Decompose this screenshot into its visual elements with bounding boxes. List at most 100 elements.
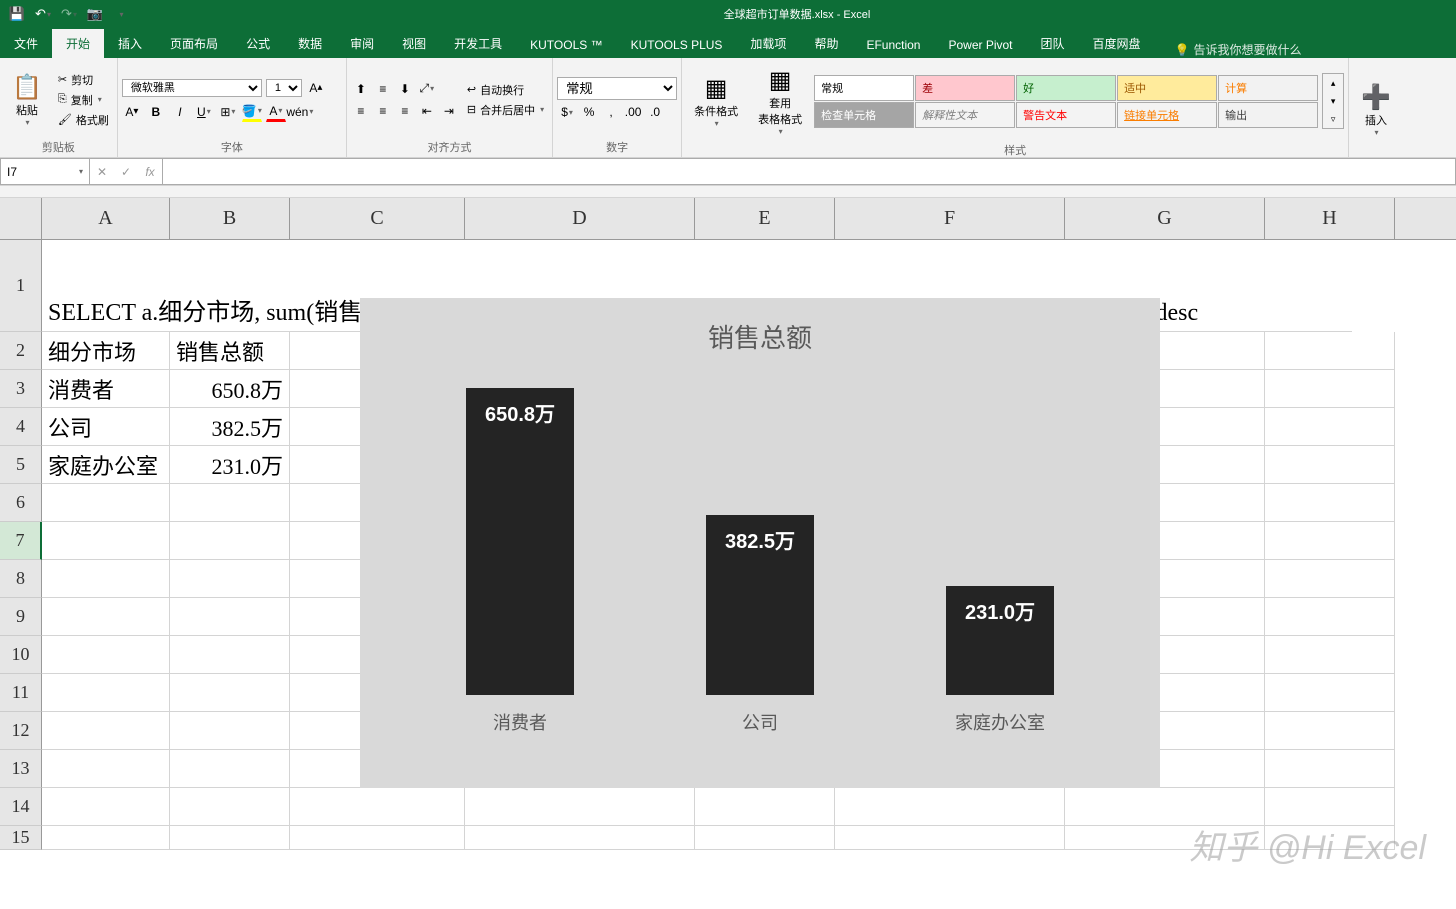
style-explain[interactable]: 解释性文本 [915, 102, 1015, 128]
tab-home[interactable]: 开始 [52, 29, 104, 58]
comma-icon[interactable]: , [601, 102, 621, 122]
tab-data[interactable]: 数据 [284, 29, 336, 58]
tab-efunction[interactable]: EFunction [852, 32, 934, 58]
table-format-button[interactable]: ▦ 套用 表格格式▾ [750, 62, 810, 140]
tab-review[interactable]: 审阅 [336, 29, 388, 58]
confirm-icon[interactable]: ✓ [114, 165, 138, 179]
cancel-icon[interactable]: ✕ [90, 165, 114, 179]
copy-button[interactable]: ⎘复制▾ [54, 91, 113, 109]
decrease-font-icon[interactable]: A▾ [122, 102, 142, 122]
col-B[interactable]: B [170, 198, 290, 239]
increase-decimal-icon[interactable]: .00 [623, 102, 643, 122]
tab-kutools[interactable]: KUTOOLS ™ [516, 32, 616, 58]
paste-button[interactable]: 📋 粘贴 ▾ [4, 69, 50, 131]
col-C[interactable]: C [290, 198, 465, 239]
tab-powerpivot[interactable]: Power Pivot [934, 32, 1026, 58]
percent-icon[interactable]: % [579, 102, 599, 122]
cell-H2[interactable] [1265, 332, 1395, 370]
gallery-up-icon[interactable]: ▴ [1323, 74, 1343, 92]
name-box[interactable]: I7 ▾ [0, 158, 90, 185]
font-color-icon[interactable]: A▾ [266, 102, 286, 122]
currency-icon[interactable]: $▾ [557, 102, 577, 122]
fill-color-icon[interactable]: 🪣▾ [242, 102, 262, 122]
style-bad[interactable]: 差 [915, 75, 1015, 101]
cell-A4[interactable]: 公司 [42, 408, 170, 446]
align-center-icon[interactable]: ≡ [373, 101, 393, 121]
col-G[interactable]: G [1065, 198, 1265, 239]
tab-baidu[interactable]: 百度网盘 [1079, 29, 1155, 58]
merge-center-button[interactable]: ⊟合并后居中▾ [463, 101, 548, 119]
bar-chart[interactable]: 销售总额 650.8万消费者382.5万公司231.0万家庭办公室 [360, 298, 1160, 788]
indent-right-icon[interactable]: ⇥ [439, 101, 459, 121]
align-left-icon[interactable]: ≡ [351, 101, 371, 121]
orientation-icon[interactable]: ⤢▾ [417, 79, 437, 99]
increase-font-icon[interactable]: A▴ [306, 78, 326, 98]
camera-icon[interactable]: 📷 [86, 5, 104, 23]
insert-cells-button[interactable]: ➕ 插入▾ [1353, 79, 1399, 141]
format-painter-button[interactable]: 🖌格式刷 [54, 111, 113, 129]
tab-file[interactable]: 文件 [0, 29, 52, 58]
style-warning[interactable]: 警告文本 [1016, 102, 1116, 128]
fx-icon[interactable]: fx [138, 165, 162, 179]
italic-icon[interactable]: I [170, 102, 190, 122]
cell-B4[interactable]: 382.5万 [170, 408, 290, 446]
col-E[interactable]: E [695, 198, 835, 239]
style-output[interactable]: 输出 [1218, 102, 1318, 128]
row-header-4[interactable]: 4 [0, 408, 42, 446]
style-calc[interactable]: 计算 [1218, 75, 1318, 101]
cell-B3[interactable]: 650.8万 [170, 370, 290, 408]
wrap-text-button[interactable]: ↩自动换行 [463, 81, 548, 99]
font-size-select[interactable]: 11 [266, 79, 302, 97]
tab-layout[interactable]: 页面布局 [156, 29, 232, 58]
select-all-corner[interactable] [0, 198, 42, 239]
row-header-3[interactable]: 3 [0, 370, 42, 408]
align-middle-icon[interactable]: ≡ [373, 79, 393, 99]
gallery-more-icon[interactable]: ▿ [1323, 110, 1343, 128]
col-A[interactable]: A [42, 198, 170, 239]
indent-left-icon[interactable]: ⇤ [417, 101, 437, 121]
style-check[interactable]: 检查单元格 [814, 102, 914, 128]
align-bottom-icon[interactable]: ⬇ [395, 79, 415, 99]
conditional-format-button[interactable]: ▦ 条件格式▾ [686, 70, 746, 132]
qat-more-icon[interactable]: ▾ [112, 5, 130, 23]
style-normal[interactable]: 常规 [814, 75, 914, 101]
tab-kutools-plus[interactable]: KUTOOLS PLUS [617, 32, 737, 58]
tab-insert[interactable]: 插入 [104, 29, 156, 58]
row-header-1[interactable]: 1 [0, 240, 42, 332]
tab-dev[interactable]: 开发工具 [440, 29, 516, 58]
style-link[interactable]: 链接单元格 [1117, 102, 1217, 128]
tab-view[interactable]: 视图 [388, 29, 440, 58]
col-F[interactable]: F [835, 198, 1065, 239]
cell-A5[interactable]: 家庭办公室 [42, 446, 170, 484]
cut-button[interactable]: ✂剪切 [54, 71, 113, 89]
col-H[interactable]: H [1265, 198, 1395, 239]
number-format-select[interactable]: 常规 [557, 77, 677, 100]
col-D[interactable]: D [465, 198, 695, 239]
tab-formula[interactable]: 公式 [232, 29, 284, 58]
cell-A2[interactable]: 细分市场 [42, 332, 170, 370]
tab-addin[interactable]: 加载项 [736, 29, 800, 58]
phonetic-icon[interactable]: wén▾ [290, 102, 310, 122]
undo-icon[interactable]: ↶▾ [34, 5, 52, 23]
underline-icon[interactable]: U▾ [194, 102, 214, 122]
align-right-icon[interactable]: ≡ [395, 101, 415, 121]
style-good[interactable]: 好 [1016, 75, 1116, 101]
cell-styles-gallery[interactable]: 常规 差 好 适中 计算 检查单元格 解释性文本 警告文本 链接单元格 输出 [814, 75, 1318, 128]
align-top-icon[interactable]: ⬆ [351, 79, 371, 99]
redo-icon[interactable]: ↷▾ [60, 5, 78, 23]
border-icon[interactable]: ⊞▾ [218, 102, 238, 122]
tab-team[interactable]: 团队 [1027, 29, 1079, 58]
row-header-2[interactable]: 2 [0, 332, 42, 370]
style-neutral[interactable]: 适中 [1117, 75, 1217, 101]
cell-B5[interactable]: 231.0万 [170, 446, 290, 484]
tell-me-search[interactable]: 💡 告诉我你想要做什么 [1175, 41, 1302, 58]
gallery-down-icon[interactable]: ▾ [1323, 92, 1343, 110]
font-name-select[interactable]: 微软雅黑 [122, 79, 262, 97]
row-header-5[interactable]: 5 [0, 446, 42, 484]
cell-A3[interactable]: 消费者 [42, 370, 170, 408]
save-icon[interactable]: 💾 [8, 5, 26, 23]
formula-input[interactable] [163, 158, 1456, 185]
cell-B2[interactable]: 销售总额 [170, 332, 290, 370]
bold-icon[interactable]: B [146, 102, 166, 122]
tab-help[interactable]: 帮助 [800, 29, 852, 58]
